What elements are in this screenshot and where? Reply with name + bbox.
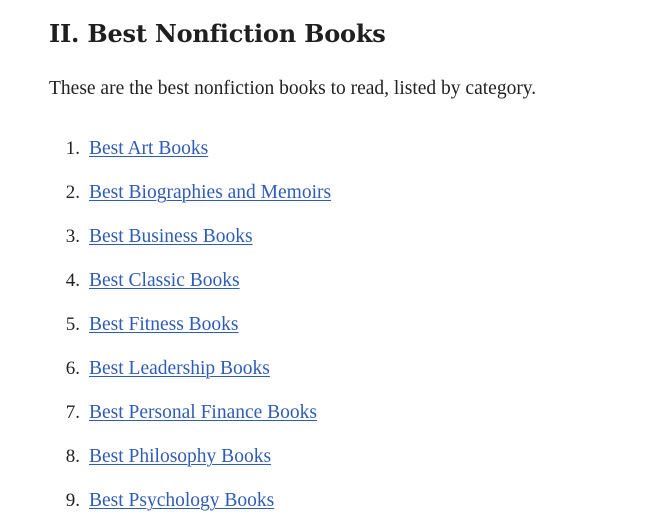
- link-best-leadership-books[interactable]: Best Leadership Books: [89, 356, 270, 382]
- list-item-number: 1.: [65, 138, 80, 159]
- link-best-personal-finance-books[interactable]: Best Personal Finance Books: [89, 400, 317, 426]
- section-heading: II. Best Nonfiction Books: [49, 19, 386, 48]
- list-item-number: 3.: [65, 226, 80, 247]
- list-item-number: 2.: [65, 182, 80, 203]
- list-item-number: 8.: [65, 446, 80, 467]
- list-item-number: 7.: [65, 402, 80, 423]
- list-item-number: 4.: [65, 270, 80, 291]
- section-intro: These are the best nonfiction books to r…: [49, 78, 537, 99]
- link-best-biographies-and-memoirs[interactable]: Best Biographies and Memoirs: [89, 180, 331, 206]
- list-item-number: 5.: [65, 314, 80, 335]
- link-best-art-books[interactable]: Best Art Books: [89, 136, 208, 162]
- link-best-classic-books[interactable]: Best Classic Books: [89, 268, 240, 294]
- link-best-business-books[interactable]: Best Business Books: [89, 224, 253, 250]
- list-item-number: 6.: [65, 358, 80, 379]
- link-best-philosophy-books[interactable]: Best Philosophy Books: [89, 444, 271, 470]
- list-item-number: 9.: [65, 490, 80, 511]
- link-best-fitness-books[interactable]: Best Fitness Books: [89, 312, 239, 338]
- link-best-psychology-books[interactable]: Best Psychology Books: [89, 488, 274, 514]
